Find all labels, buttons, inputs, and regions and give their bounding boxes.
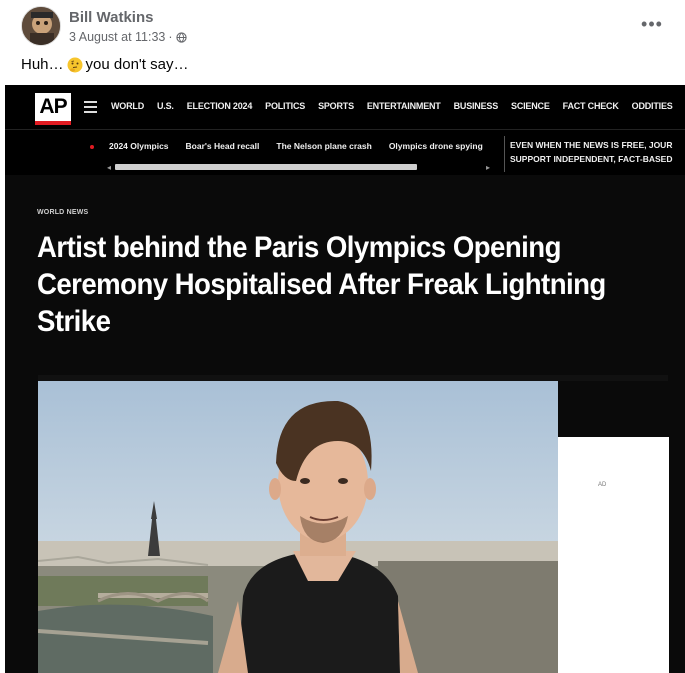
article-photo-image [38, 381, 558, 673]
meta-separator: · [168, 30, 173, 44]
nav-item-entertainment: ENTERTAINMENT [366, 101, 441, 111]
trending-item: The Nelson plane crash [276, 141, 372, 151]
scroll-right-icon: ▸ [486, 163, 491, 172]
timestamp[interactable]: 3 August at 11:33 [69, 30, 165, 44]
avatar-image [22, 7, 60, 45]
author-name[interactable]: Bill Watkins [69, 9, 153, 26]
nav-item-science: SCIENCE [511, 101, 550, 111]
article-headline: Artist behind the Paris Olympics Opening… [37, 231, 606, 338]
nav-item-politics: POLITICS [265, 101, 306, 111]
nav-items: WORLD U.S. ELECTION 2024 POLITICS SPORTS… [111, 101, 673, 111]
nav-item-world: WORLD [111, 101, 144, 111]
promo-line-2: SUPPORT INDEPENDENT, FACT-BASED [510, 154, 673, 164]
advert-label: AD [598, 482, 607, 488]
facebook-post: Bill Watkins 3 August at 11:33 · ••• Huh… [0, 0, 685, 673]
article-photo [38, 381, 558, 673]
nav-item-us: U.S. [157, 101, 174, 111]
live-dot-icon [90, 145, 94, 149]
trending-scrollbar [115, 164, 417, 170]
trending-items: 2024 Olympics Boar's Head recall The Nel… [109, 141, 483, 151]
support-promo: EVEN WHEN THE NEWS IS FREE, JOUR SUPPORT… [510, 138, 672, 166]
promo-line-1: EVEN WHEN THE NEWS IS FREE, JOUR [510, 140, 673, 150]
ap-top-navigation: AP WORLD U.S. ELECTION 2024 POLITICS SPO… [5, 85, 685, 129]
divider [504, 136, 505, 172]
caption-text-start: Huh… [21, 56, 64, 73]
thinking-face-emoji-icon [67, 57, 83, 72]
post-meta: 3 August at 11:33 · [69, 30, 187, 44]
trending-item: Olympics drone spying [388, 141, 483, 151]
scroll-left-icon: ◂ [107, 163, 112, 172]
post-caption: Huh… you don't say… [21, 56, 188, 73]
nav-item-business: BUSINESS [453, 101, 499, 111]
trending-bar: 2024 Olympics Boar's Head recall The Nel… [5, 129, 685, 175]
nav-item-fact-check: FACT CHECK [562, 101, 619, 111]
caption-text-end: you don't say… [85, 56, 189, 73]
menu-icon [84, 101, 97, 116]
advert-panel [558, 437, 669, 673]
nav-item-sports: SPORTS [318, 101, 354, 111]
globe-icon [175, 31, 187, 43]
nav-item-oddities: ODDITIES [631, 101, 673, 111]
ap-logo: AP [35, 93, 71, 125]
shared-screenshot[interactable]: AP WORLD U.S. ELECTION 2024 POLITICS SPO… [5, 85, 685, 673]
trending-item: Boar's Head recall [185, 141, 260, 151]
avatar[interactable] [21, 6, 61, 46]
nav-item-election: ELECTION 2024 [186, 101, 253, 111]
more-options-button[interactable]: ••• [640, 14, 664, 34]
trending-item: 2024 Olympics [109, 141, 169, 151]
section-label: WORLD NEWS [37, 209, 89, 216]
post-header: Bill Watkins 3 August at 11:33 · ••• [21, 4, 671, 50]
